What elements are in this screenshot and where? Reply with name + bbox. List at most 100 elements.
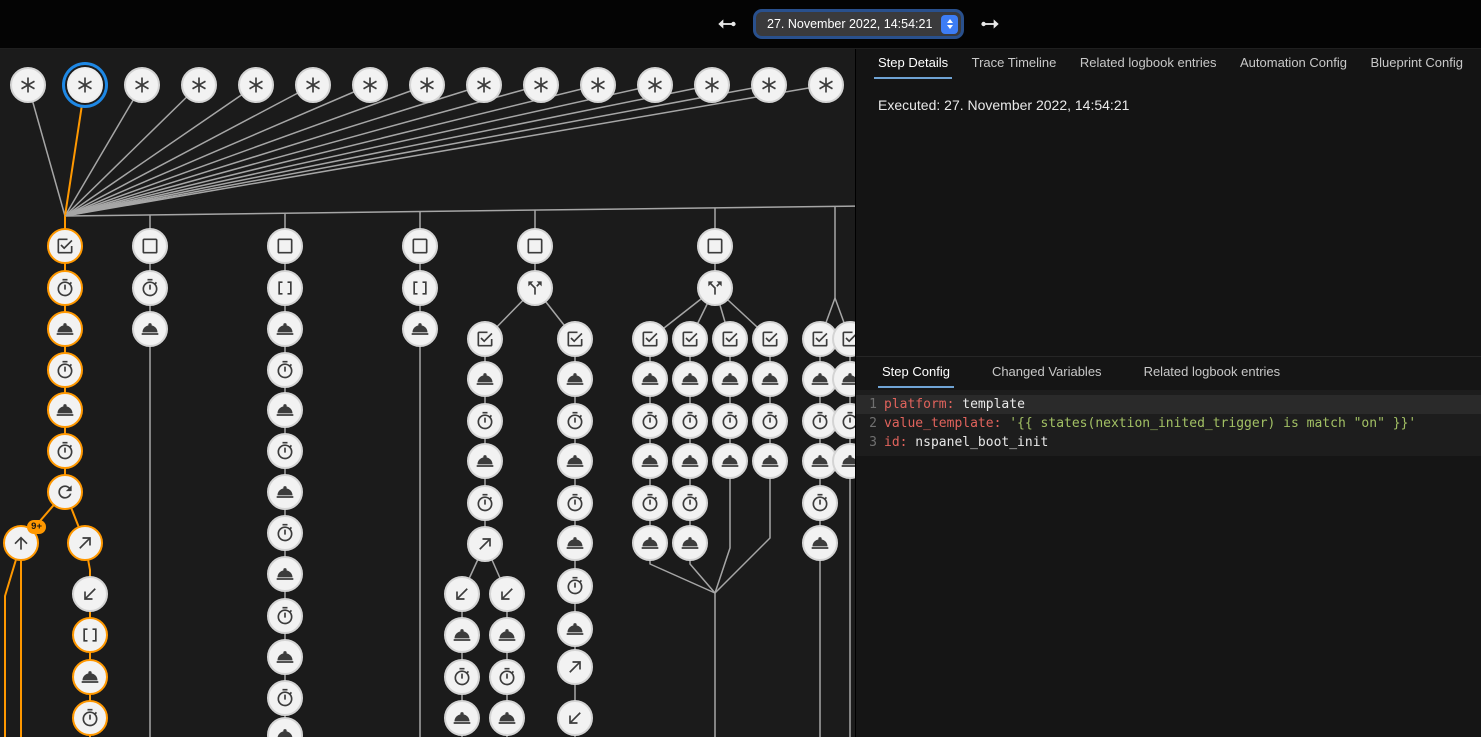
trigger-node[interactable]	[352, 67, 388, 103]
trace-node-bell[interactable]	[557, 611, 593, 647]
trace-node-bell[interactable]	[802, 525, 838, 561]
trigger-node[interactable]	[10, 67, 46, 103]
trigger-node[interactable]	[124, 67, 160, 103]
trace-node-timer[interactable]	[672, 485, 708, 521]
trace-node-arrow-ne[interactable]	[557, 649, 593, 685]
trace-node-timer[interactable]	[132, 270, 168, 306]
trace-node-brackets[interactable]	[402, 270, 438, 306]
trace-node-timer[interactable]	[632, 403, 668, 439]
trace-node-bell[interactable]	[557, 525, 593, 561]
trace-node-arrow-ne[interactable]	[467, 526, 503, 562]
trigger-node[interactable]	[808, 67, 844, 103]
trace-run-select[interactable]: 27. November 2022, 14:54:21	[756, 12, 961, 36]
trace-node-square[interactable]	[697, 228, 733, 264]
trigger-node[interactable]	[523, 67, 559, 103]
trace-node-bell[interactable]	[267, 474, 303, 510]
trace-node-arrow-ne[interactable]	[67, 525, 103, 561]
tab-step-config[interactable]: Step Config	[878, 357, 954, 388]
trace-node-bell[interactable]	[672, 361, 708, 397]
trace-node-square[interactable]	[267, 228, 303, 264]
trace-node-timer[interactable]	[47, 270, 83, 306]
yaml-code-editor[interactable]: 1platform: template2value_template: '{{ …	[856, 390, 1481, 456]
trace-node-bell[interactable]	[832, 361, 855, 397]
trace-node-arrow-sw[interactable]	[557, 700, 593, 736]
trigger-node[interactable]	[466, 67, 502, 103]
trace-node-timer[interactable]	[72, 700, 108, 736]
trace-node-bell[interactable]	[672, 525, 708, 561]
trace-node-brackets[interactable]	[72, 617, 108, 653]
trace-node-checkbox-marked[interactable]	[47, 228, 83, 264]
trace-node-square[interactable]	[402, 228, 438, 264]
trace-node-checkbox-marked[interactable]	[752, 321, 788, 357]
trace-node-checkbox-marked[interactable]	[557, 321, 593, 357]
trace-node-bell[interactable]	[402, 311, 438, 347]
trace-node-bell[interactable]	[557, 443, 593, 479]
trace-node-bell[interactable]	[467, 361, 503, 397]
trace-node-timer[interactable]	[557, 485, 593, 521]
trace-node-timer[interactable]	[802, 485, 838, 521]
trace-node-timer[interactable]	[752, 403, 788, 439]
tab-related-logbook-entries[interactable]: Related logbook entries	[1076, 48, 1221, 79]
trace-node-bell[interactable]	[47, 392, 83, 428]
trace-node-timer[interactable]	[444, 659, 480, 695]
trace-node-bell[interactable]	[832, 443, 855, 479]
trigger-node[interactable]	[580, 67, 616, 103]
trace-node-bell[interactable]	[752, 361, 788, 397]
trace-node-timer[interactable]	[832, 403, 855, 439]
trace-node-timer[interactable]	[557, 403, 593, 439]
trace-graph-canvas[interactable]: 9+	[0, 48, 855, 737]
trace-node-bell[interactable]	[557, 361, 593, 397]
trace-node-timer[interactable]	[557, 568, 593, 604]
trace-node-timer[interactable]	[672, 403, 708, 439]
trace-node-bell[interactable]	[467, 443, 503, 479]
trace-node-timer[interactable]	[47, 433, 83, 469]
trace-node-checkbox-marked[interactable]	[832, 321, 855, 357]
trace-node-checkbox-marked[interactable]	[467, 321, 503, 357]
trace-node-square[interactable]	[132, 228, 168, 264]
trace-node-bell[interactable]	[72, 659, 108, 695]
tab-related-logbook-entries[interactable]: Related logbook entries	[1140, 357, 1285, 388]
trace-node-bell[interactable]	[267, 392, 303, 428]
trace-node-bell[interactable]	[672, 443, 708, 479]
trace-node-timer[interactable]	[267, 352, 303, 388]
trigger-node[interactable]	[238, 67, 274, 103]
trace-node-arrow-sw[interactable]	[444, 576, 480, 612]
trace-node-bell[interactable]	[444, 700, 480, 736]
trace-node-checkbox-marked[interactable]	[632, 321, 668, 357]
trigger-node[interactable]	[67, 67, 103, 103]
trace-node-bell[interactable]	[267, 311, 303, 347]
trigger-node[interactable]	[751, 67, 787, 103]
trace-node-checkbox-marked[interactable]	[712, 321, 748, 357]
trace-node-choose[interactable]	[697, 270, 733, 306]
trace-node-timer[interactable]	[267, 433, 303, 469]
trace-node-timer[interactable]	[467, 485, 503, 521]
trace-node-bell[interactable]	[712, 361, 748, 397]
trace-node-bell[interactable]	[132, 311, 168, 347]
tab-blueprint-config[interactable]: Blueprint Config	[1366, 48, 1467, 79]
trigger-node[interactable]	[409, 67, 445, 103]
trigger-node[interactable]	[295, 67, 331, 103]
next-run-button[interactable]	[977, 11, 1003, 37]
trace-node-timer[interactable]	[47, 352, 83, 388]
trace-node-timer[interactable]	[267, 598, 303, 634]
trace-node-bell[interactable]	[632, 525, 668, 561]
trace-node-bell[interactable]	[632, 443, 668, 479]
trace-node-bell[interactable]	[47, 311, 83, 347]
trace-node-timer[interactable]	[267, 680, 303, 716]
trace-node-bell[interactable]	[632, 361, 668, 397]
tab-automation-config[interactable]: Automation Config	[1236, 48, 1351, 79]
trace-node-refresh[interactable]	[47, 474, 83, 510]
trace-node-arrow-sw[interactable]	[489, 576, 525, 612]
trace-node-timer[interactable]	[467, 403, 503, 439]
trace-node-brackets[interactable]	[267, 270, 303, 306]
tab-step-details[interactable]: Step Details	[874, 48, 952, 79]
trace-node-timer[interactable]	[489, 659, 525, 695]
trace-node-square[interactable]	[517, 228, 553, 264]
trace-node-bell[interactable]	[712, 443, 748, 479]
trace-node-timer[interactable]	[712, 403, 748, 439]
trace-node-checkbox-marked[interactable]	[672, 321, 708, 357]
trigger-node[interactable]	[181, 67, 217, 103]
trigger-node[interactable]	[637, 67, 673, 103]
trace-node-choose[interactable]	[517, 270, 553, 306]
trace-node-bell[interactable]	[267, 717, 303, 737]
